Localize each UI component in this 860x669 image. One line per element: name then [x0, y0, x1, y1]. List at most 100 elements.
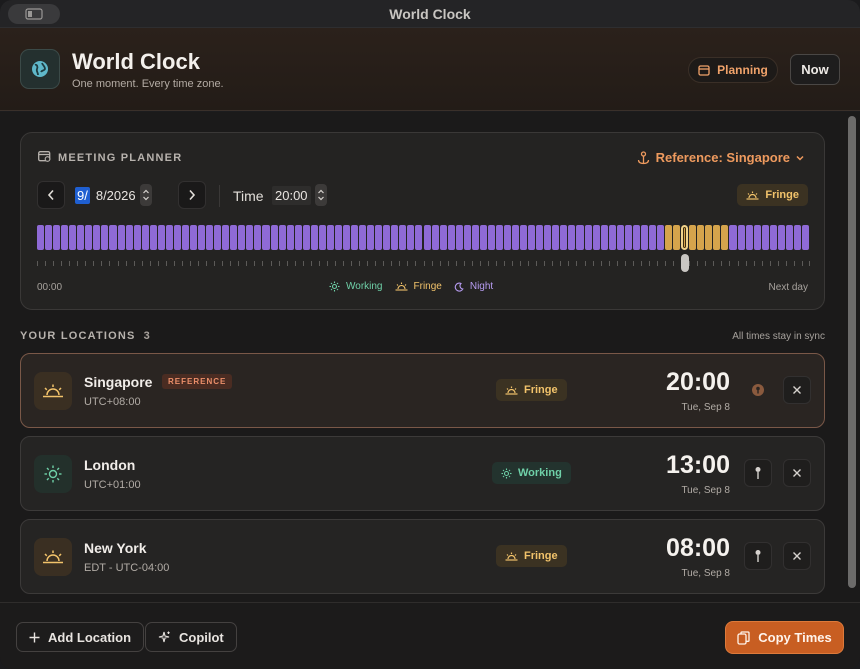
timeline-slot[interactable] — [318, 225, 326, 250]
timeline-slot[interactable] — [616, 225, 624, 250]
timeline-slot[interactable] — [657, 225, 665, 250]
timeline-slot[interactable] — [584, 225, 592, 250]
date-rest-segment[interactable]: 8/2026 — [96, 188, 136, 203]
timeline-slot[interactable] — [117, 225, 125, 250]
timeline-slot[interactable] — [624, 225, 632, 250]
timeline-slot[interactable] — [141, 225, 149, 250]
timeline-slot[interactable] — [520, 225, 528, 250]
timeline-slot[interactable] — [544, 225, 552, 250]
timeline-slot[interactable] — [391, 225, 399, 250]
location-card-singapore[interactable]: Singapore REFERENCE UTC+08:00 Fringe 20:… — [20, 353, 825, 428]
timeline-slot[interactable] — [632, 225, 640, 250]
now-button[interactable]: Now — [790, 54, 840, 85]
time-input[interactable]: 20:00 — [272, 184, 327, 206]
vertical-scrollbar[interactable] — [848, 116, 856, 588]
timeline-slot[interactable] — [536, 225, 544, 250]
time-slider-handle[interactable] — [681, 254, 690, 272]
timeline-slot[interactable] — [487, 225, 495, 250]
timeline-slot[interactable] — [737, 225, 745, 250]
timeline-slot[interactable] — [101, 225, 109, 250]
timeline-slot[interactable] — [431, 225, 439, 250]
timeline-slot[interactable] — [479, 225, 487, 250]
timeline-slot[interactable] — [753, 225, 761, 250]
previous-day-button[interactable] — [37, 181, 65, 209]
timeline-slot[interactable] — [600, 225, 608, 250]
add-location-button[interactable]: Add Location — [16, 622, 145, 652]
timeline-slot[interactable] — [568, 225, 576, 250]
timeline-slot[interactable] — [528, 225, 536, 250]
timeline-slot[interactable] — [69, 225, 77, 250]
timeline-slot[interactable] — [53, 225, 61, 250]
date-stepper[interactable] — [139, 184, 152, 206]
copilot-button[interactable]: Copilot — [145, 622, 237, 652]
timeline-slot[interactable] — [214, 225, 222, 250]
timeline-slot[interactable] — [367, 225, 375, 250]
timeline-slot[interactable] — [423, 225, 431, 250]
timeline-slot[interactable] — [181, 225, 189, 250]
timeline-slot[interactable] — [415, 225, 423, 250]
location-card-london[interactable]: London UTC+01:00 Working 13:00 Tue, Sep … — [20, 436, 825, 511]
timeline-slot[interactable] — [769, 225, 777, 250]
pin-button[interactable] — [744, 459, 772, 487]
timeline-slot[interactable] — [713, 225, 721, 250]
timeline-slot[interactable] — [471, 225, 479, 250]
timeline-slot[interactable] — [761, 225, 769, 250]
timeline-slot[interactable] — [61, 225, 69, 250]
timeline-slot[interactable] — [576, 225, 584, 250]
time-value[interactable]: 20:00 — [272, 185, 311, 205]
timeline-slot[interactable] — [407, 225, 415, 250]
next-day-button[interactable] — [178, 181, 206, 209]
planning-button[interactable]: Planning — [688, 57, 778, 83]
remove-location-button[interactable] — [783, 542, 811, 570]
timeline-slot[interactable] — [334, 225, 342, 250]
remove-location-button[interactable] — [783, 459, 811, 487]
timeline-slot[interactable] — [198, 225, 206, 250]
copy-times-button[interactable]: Copy Times — [725, 621, 844, 654]
pin-button[interactable] — [744, 542, 772, 570]
timeline-slot[interactable] — [689, 225, 697, 250]
timeline-slot[interactable] — [455, 225, 463, 250]
pin-button[interactable] — [744, 376, 772, 404]
timeline-slot[interactable] — [351, 225, 359, 250]
timeline-slot[interactable] — [495, 225, 504, 250]
timeline-slot[interactable] — [189, 225, 198, 250]
timeline-slot[interactable] — [342, 225, 351, 250]
timeline-slot[interactable] — [133, 225, 141, 250]
timeline-slot[interactable] — [777, 225, 785, 250]
timeline-slot[interactable] — [165, 225, 173, 250]
timeline-slot-selected[interactable] — [681, 225, 689, 250]
timeline-slot[interactable] — [270, 225, 278, 250]
date-month-segment[interactable]: 9/ — [75, 186, 90, 204]
timeline-slot[interactable] — [157, 225, 165, 250]
timeline-slot[interactable] — [254, 225, 262, 250]
timeline-slot[interactable] — [447, 225, 455, 250]
timeline-slot[interactable] — [705, 225, 713, 250]
timeline-slot[interactable] — [326, 225, 334, 250]
timeline-slot[interactable] — [745, 225, 753, 250]
timeline-slot[interactable] — [504, 225, 512, 250]
timeline-slot[interactable] — [648, 225, 656, 250]
timeline-slot[interactable] — [721, 225, 729, 250]
date-input[interactable]: 9/ 8/2026 — [75, 184, 152, 206]
timeline-slot[interactable] — [592, 225, 600, 250]
location-card-new-york[interactable]: New York EDT - UTC-04:00 Fringe 08:00 Tu… — [20, 519, 825, 594]
remove-location-button[interactable] — [783, 376, 811, 404]
timeline-slot[interactable] — [294, 225, 302, 250]
timeline-slot[interactable] — [286, 225, 294, 250]
timeline-slot[interactable] — [302, 225, 310, 250]
timeline-slot[interactable] — [560, 225, 568, 250]
timeline-slot[interactable] — [801, 225, 809, 250]
timeline-slot[interactable] — [125, 225, 133, 250]
timeline-slot[interactable] — [262, 225, 270, 250]
timeline-slot[interactable] — [222, 225, 230, 250]
timeline-slot[interactable] — [238, 225, 246, 250]
timeline-slot[interactable] — [37, 225, 45, 250]
reference-selector[interactable]: Reference: Singapore — [637, 150, 804, 165]
timeline-slot[interactable] — [246, 225, 254, 250]
timeline-slot[interactable] — [359, 225, 367, 250]
timeline-slot[interactable] — [439, 225, 447, 250]
timeline-slot[interactable] — [665, 225, 673, 250]
timeline-slot[interactable] — [77, 225, 85, 250]
timeline-slot[interactable] — [463, 225, 471, 250]
timeline-slot[interactable] — [85, 225, 93, 250]
